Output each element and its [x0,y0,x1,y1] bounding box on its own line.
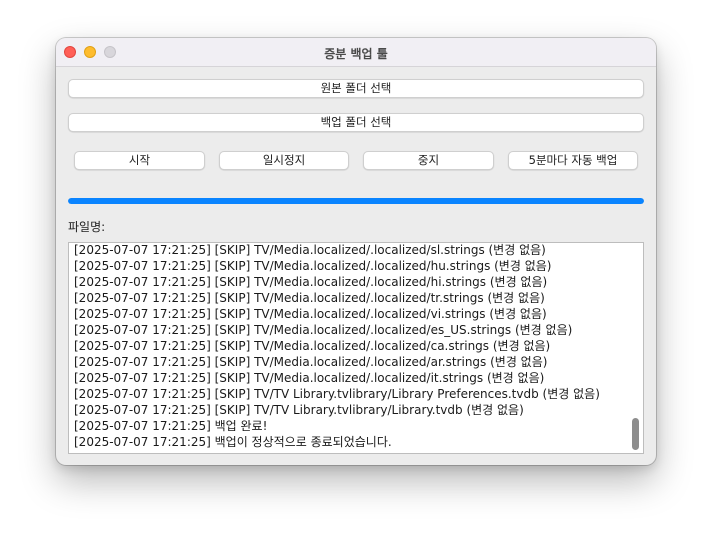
log-line: [2025-07-07 17:21:25] 백업 완료! [74,419,268,433]
log-line: [2025-07-07 17:21:25] [SKIP] TV/Media.lo… [74,243,546,257]
start-button[interactable]: 시작 [74,151,205,170]
log-line: [2025-07-07 17:21:25] [SKIP] TV/Media.lo… [74,339,551,353]
log-line: [2025-07-07 17:21:25] [SKIP] TV/Media.lo… [74,259,552,273]
log-line: [2025-07-07 17:21:25] [SKIP] TV/TV Libra… [74,403,524,417]
filename-label: 파일명: [68,220,106,234]
log-textarea[interactable]: [2025-07-07 17:21:25] [SKIP] TV/Media.lo… [68,242,644,454]
log-line: [2025-07-07 17:21:25] [SKIP] TV/Media.lo… [74,275,548,289]
log-scroll-thumb[interactable] [632,418,639,450]
log-line: [2025-07-07 17:21:25] [SKIP] TV/TV Libra… [74,387,600,401]
log-lines: [2025-07-07 17:21:25] [SKIP] TV/Media.lo… [74,243,629,450]
log-line: [2025-07-07 17:21:25] 백업이 정상적으로 종료되었습니다. [74,435,392,449]
log-line: [2025-07-07 17:21:25] [SKIP] TV/Media.lo… [74,355,548,369]
pause-button[interactable]: 일시정지 [219,151,349,170]
progress-bar [68,198,644,204]
select-source-folder-button[interactable]: 원본 폴더 선택 [68,79,644,98]
log-line: [2025-07-07 17:21:25] [SKIP] TV/Media.lo… [74,371,545,385]
title-bar: 증분 백업 툴 [56,38,656,67]
auto-backup-button[interactable]: 5분마다 자동 백업 [508,151,638,170]
log-line: [2025-07-07 17:21:25] [SKIP] TV/Media.lo… [74,291,545,305]
progress-bar-fill [68,198,644,204]
window-title: 증분 백업 툴 [324,47,388,61]
select-backup-folder-button[interactable]: 백업 폴더 선택 [68,113,644,132]
log-line: [2025-07-07 17:21:25] [SKIP] TV/Media.lo… [74,323,573,337]
log-scrollbar[interactable] [630,244,642,452]
log-line: [2025-07-07 17:21:25] [SKIP] TV/Media.lo… [74,307,547,321]
stop-button[interactable]: 중지 [363,151,494,170]
app-window: 증분 백업 툴 원본 폴더 선택 백업 폴더 선택 시작 일시정지 중지 5분마… [56,38,656,465]
